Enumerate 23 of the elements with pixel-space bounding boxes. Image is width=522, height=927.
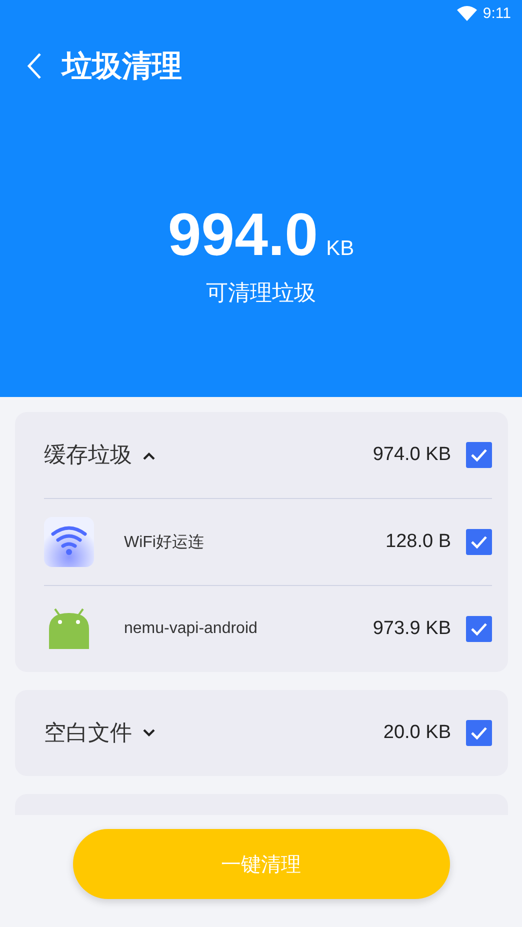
app-size: 973.9 KB xyxy=(372,618,451,640)
app-name: nemu-vapi-android xyxy=(124,620,258,638)
page-title: 垃圾清理 xyxy=(62,48,182,84)
junk-amount: 994.0 xyxy=(168,200,318,269)
status-time: 9:11 xyxy=(482,4,511,22)
amount-unit: KB xyxy=(326,237,354,261)
category-size: 20.0 KB xyxy=(383,722,451,744)
wifi-app-icon xyxy=(44,517,94,567)
checkbox[interactable] xyxy=(466,442,492,468)
chevron-down-icon[interactable] xyxy=(142,728,156,738)
checkbox[interactable] xyxy=(466,616,492,642)
amount-caption: 可清理垃圾 xyxy=(205,279,317,307)
checkbox[interactable] xyxy=(466,720,492,746)
app-name: WiFi好运连 xyxy=(124,532,204,552)
wifi-signal-icon xyxy=(456,6,477,20)
category-size: 974.0 KB xyxy=(372,444,451,466)
android-robot-icon xyxy=(47,607,91,651)
app-size: 128.0 B xyxy=(386,531,451,553)
category-name[interactable]: 空白文件 xyxy=(44,718,132,748)
category-name[interactable]: 缓存垃圾 xyxy=(44,440,132,470)
checkbox[interactable] xyxy=(466,529,492,555)
chevron-up-icon[interactable] xyxy=(142,450,156,460)
back-button[interactable] xyxy=(26,52,42,80)
